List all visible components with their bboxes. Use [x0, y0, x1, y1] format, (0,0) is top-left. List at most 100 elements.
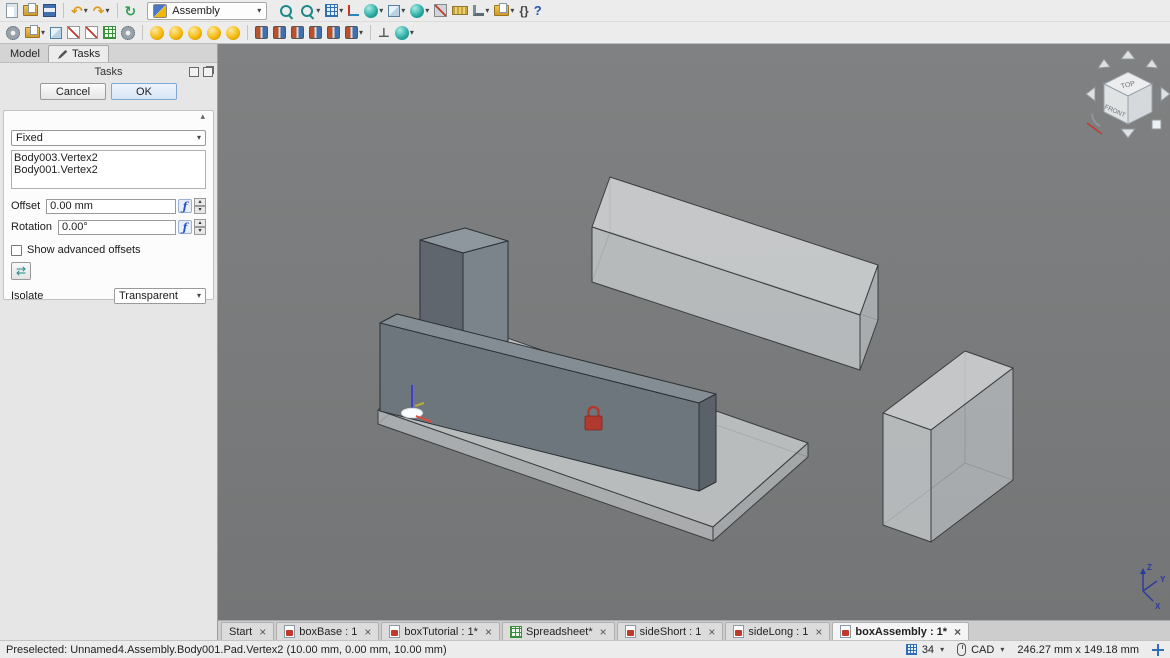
- axes-toggle-icon[interactable]: [1152, 644, 1164, 656]
- part-sideshort-ghost[interactable]: [883, 351, 1013, 542]
- document-tab[interactable]: boxTutorial : 1*×: [381, 622, 500, 640]
- documents-utility-button[interactable]: ▾: [492, 1, 516, 21]
- collapse-section-icon[interactable]: ▴: [200, 112, 205, 121]
- navigation-cube[interactable]: TOP FRONT: [1086, 50, 1170, 138]
- cancel-button[interactable]: Cancel: [40, 83, 106, 100]
- measure-button[interactable]: [450, 1, 470, 21]
- view-isometric-button[interactable]: ▾: [362, 1, 385, 21]
- create-spreadsheet-button[interactable]: [101, 23, 118, 43]
- joint-cylindrical-button[interactable]: [289, 23, 306, 43]
- document-tab[interactable]: boxBase : 1×: [276, 622, 379, 640]
- create-group-button[interactable]: ▾: [23, 23, 47, 43]
- document-tab[interactable]: sideShort : 1×: [617, 622, 724, 640]
- new-document-button[interactable]: [4, 1, 20, 21]
- create-sketch-button[interactable]: [65, 23, 82, 43]
- isolate-dropdown[interactable]: Transparent ▾: [114, 288, 206, 304]
- macro-editor-button[interactable]: [517, 1, 530, 21]
- clipping-plane-button[interactable]: [432, 1, 449, 21]
- toggle-grounded-icon: [378, 25, 390, 41]
- advanced-offsets-checkbox[interactable]: Show advanced offsets: [11, 244, 206, 256]
- stepper-down-icon[interactable]: [194, 206, 206, 214]
- whats-this-button[interactable]: [532, 1, 544, 21]
- sync-view-button[interactable]: [346, 1, 361, 21]
- tab-model[interactable]: Model: [2, 46, 48, 62]
- joint-slider-button[interactable]: [307, 23, 324, 43]
- align-to-selection-button[interactable]: ▾: [323, 1, 345, 21]
- expression-editor-icon[interactable]: ƒ: [178, 220, 192, 234]
- refresh-button[interactable]: [123, 1, 139, 21]
- close-icon[interactable]: ×: [600, 626, 607, 638]
- joint-type-dropdown[interactable]: Fixed ▾: [11, 130, 206, 146]
- task-dialog-buttons: Cancel OK: [0, 83, 217, 100]
- stepper-down-icon[interactable]: [194, 227, 206, 235]
- axis-cross: Z Y X: [1140, 563, 1166, 611]
- create-part-button[interactable]: [4, 23, 22, 43]
- joint-ball-button[interactable]: [325, 23, 342, 43]
- workbench-selector[interactable]: Assembly ▾: [147, 2, 267, 20]
- fit-selection-button[interactable]: ▾: [297, 1, 322, 21]
- rotation-input[interactable]: 0.00°: [58, 220, 176, 235]
- list-item-reference-2[interactable]: Body001.Vertex2: [14, 164, 203, 176]
- create-assembly-button[interactable]: [148, 23, 166, 43]
- close-icon[interactable]: ×: [364, 626, 371, 638]
- redo-button[interactable]: ▾: [91, 1, 112, 21]
- rotation-label: Rotation: [11, 221, 52, 233]
- fit-all-button[interactable]: [276, 1, 296, 21]
- toolbar-standard: ▾▾ Assembly ▾ ▾▾▾▾▾▾▾: [0, 0, 1170, 22]
- combo-view-tabs: Model Tasks: [0, 44, 217, 63]
- joint-distance-button[interactable]: ▾: [343, 23, 365, 43]
- rotation-stepper[interactable]: [194, 219, 206, 235]
- stereo-view-button[interactable]: ▾: [408, 1, 431, 21]
- 3d-viewport[interactable]: TOP FRONT Z Y X: [218, 44, 1170, 620]
- close-icon[interactable]: ×: [954, 626, 961, 638]
- dock-panel-icon[interactable]: [189, 67, 199, 77]
- document-tab[interactable]: Start×: [221, 622, 274, 640]
- sketcher-edit-button[interactable]: ▾: [471, 1, 491, 21]
- list-item-reference-1[interactable]: Body003.Vertex2: [14, 152, 203, 164]
- document-tab[interactable]: boxAssembly : 1*×: [832, 622, 969, 640]
- joint-revolute-button[interactable]: [271, 23, 288, 43]
- map-sketch-button[interactable]: [83, 23, 100, 43]
- toggle-grounded-button[interactable]: [376, 23, 392, 43]
- offset-input[interactable]: 0.00 mm: [46, 199, 176, 214]
- tab-tasks-label: Tasks: [72, 48, 100, 60]
- close-icon[interactable]: ×: [708, 626, 715, 638]
- joint-references-list[interactable]: Body003.Vertex2 Body001.Vertex2: [11, 150, 206, 189]
- joint-fixed-button[interactable]: [253, 23, 270, 43]
- grid-size-icon[interactable]: [906, 644, 917, 655]
- chevron-down-icon: ▾: [1000, 646, 1004, 654]
- create-body-button[interactable]: [48, 23, 64, 43]
- close-icon[interactable]: ×: [259, 626, 266, 638]
- stepper-up-icon[interactable]: [194, 198, 206, 206]
- tab-model-label: Model: [10, 48, 40, 60]
- nav-style-value[interactable]: CAD: [971, 644, 994, 656]
- part-utilities-button[interactable]: [119, 23, 137, 43]
- solve-assembly-button[interactable]: [186, 23, 204, 43]
- draw-style-button[interactable]: ▾: [386, 1, 407, 21]
- joint-type-value: Fixed: [16, 132, 43, 144]
- part-sidelong-ghost[interactable]: [592, 177, 878, 370]
- ok-button[interactable]: OK: [111, 83, 177, 100]
- undo-button[interactable]: ▾: [69, 1, 90, 21]
- document-tab[interactable]: Spreadsheet*×: [502, 622, 615, 640]
- float-panel-icon[interactable]: [203, 67, 213, 77]
- offset-stepper[interactable]: [194, 198, 206, 214]
- insert-component-button[interactable]: [167, 23, 185, 43]
- insert-component-icon: [169, 26, 183, 40]
- grid-size-value[interactable]: 34: [922, 644, 934, 656]
- document-tab[interactable]: sideLong : 1×: [725, 622, 830, 640]
- save-document-button[interactable]: [41, 1, 58, 21]
- close-icon[interactable]: ×: [815, 626, 822, 638]
- create-exploded-view-button[interactable]: [205, 23, 223, 43]
- expression-editor-icon[interactable]: ƒ: [178, 199, 192, 213]
- close-icon[interactable]: ×: [485, 626, 492, 638]
- open-document-button[interactable]: [21, 1, 40, 21]
- checkbox-icon[interactable]: [11, 245, 22, 256]
- stepper-up-icon[interactable]: [194, 219, 206, 227]
- toolbar-assembly-group: ▾ ▾ ▾: [4, 23, 416, 43]
- create-bill-of-materials-button[interactable]: [224, 23, 242, 43]
- sync-view-icon: [348, 5, 359, 16]
- tab-tasks[interactable]: Tasks: [48, 45, 109, 62]
- reverse-direction-button[interactable]: [11, 262, 31, 280]
- assembly-utilities-button[interactable]: ▾: [393, 23, 416, 43]
